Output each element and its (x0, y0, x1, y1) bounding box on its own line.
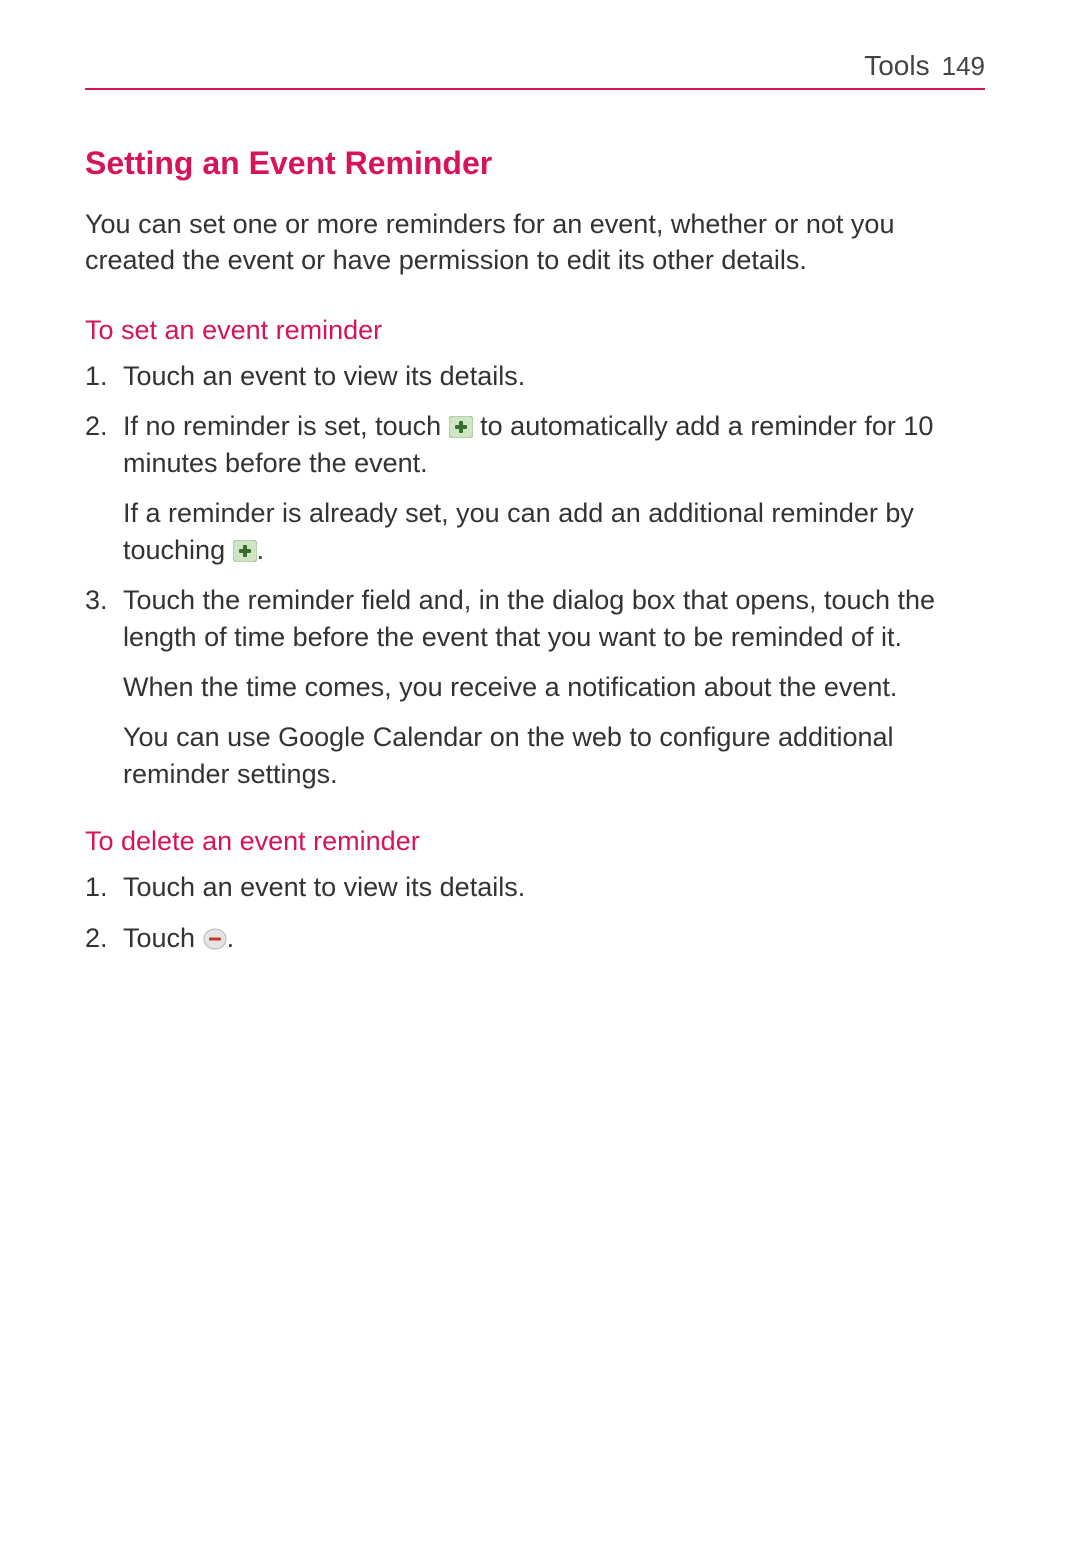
set-reminder-list: 1. Touch an event to view its details. 2… (85, 358, 985, 792)
list-text: If no reminder is set, touch (123, 411, 449, 441)
list-paragraph: When the time comes, you receive a notif… (123, 669, 985, 705)
plus-icon (449, 416, 473, 438)
header-section-label: Tools (864, 50, 929, 82)
list-number: 1. (85, 358, 108, 394)
list-item: 1. Touch an event to view its details. (85, 358, 985, 394)
list-item: 3. Touch the reminder field and, in the … (85, 582, 985, 792)
list-item: 1. Touch an event to view its details. (85, 869, 985, 905)
list-item: 2. Touch . (85, 920, 985, 956)
list-paragraph: If a reminder is already set, you can ad… (123, 495, 985, 568)
list-text: Touch (123, 923, 203, 953)
page-header: Tools 149 (85, 50, 985, 90)
plus-icon (233, 540, 257, 562)
list-text: . (227, 923, 235, 953)
sub-heading-delete: To delete an event reminder (85, 826, 985, 857)
list-text: Touch the reminder field and, in the dia… (123, 585, 935, 651)
list-number: 1. (85, 869, 108, 905)
list-item: 2. If no reminder is set, touch to autom… (85, 408, 985, 568)
minus-icon (203, 928, 227, 950)
list-number: 2. (85, 408, 108, 444)
main-heading: Setting an Event Reminder (85, 145, 985, 182)
list-text: Touch an event to view its details. (123, 872, 525, 902)
intro-paragraph: You can set one or more reminders for an… (85, 206, 985, 279)
document-page: Tools 149 Setting an Event Reminder You … (0, 0, 1080, 956)
delete-reminder-list: 1. Touch an event to view its details. 2… (85, 869, 985, 956)
list-paragraph: You can use Google Calendar on the web t… (123, 719, 985, 792)
header-page-number: 149 (942, 51, 985, 82)
sub-heading-set: To set an event reminder (85, 315, 985, 346)
list-text: . (257, 535, 265, 565)
list-number: 2. (85, 920, 108, 956)
list-text: Touch an event to view its details. (123, 361, 525, 391)
list-number: 3. (85, 582, 108, 618)
